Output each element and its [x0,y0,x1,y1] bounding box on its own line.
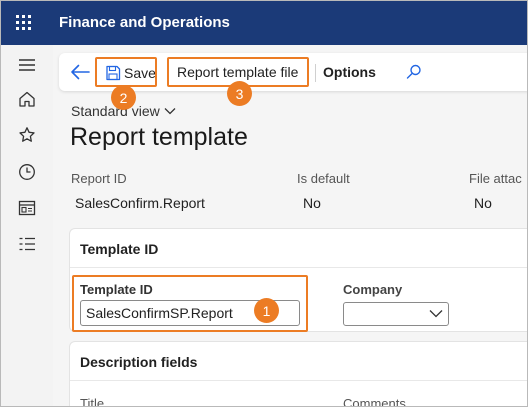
save-button-label: Save [124,65,156,81]
report-id-label: Report ID [71,171,127,186]
is-default-value: No [303,195,321,211]
nav-rail [1,45,53,406]
save-button[interactable]: Save [105,62,156,84]
description-fields-section: Description fields Title Comments [69,341,527,407]
report-template-file-button[interactable]: Report template file [177,64,298,80]
home-icon[interactable] [17,89,37,109]
app-bar: Finance and Operations [1,1,527,45]
chevron-down-icon [429,310,443,318]
list-icon[interactable] [17,234,37,254]
file-attached-value: No [474,195,492,211]
search-icon[interactable] [405,63,423,81]
star-icon[interactable] [17,125,37,145]
app-launcher-icon[interactable] [16,15,31,30]
clock-icon[interactable] [17,162,37,182]
section-divider [70,380,527,381]
template-id-section-heading[interactable]: Template ID [80,241,158,257]
callout-badge-1: 1 [254,298,279,323]
template-id-section: Template ID Template ID SalesConfirmSP.R… [69,228,527,332]
back-arrow-icon[interactable] [69,62,91,82]
action-pane: Save Report template file Options [59,53,527,91]
file-attached-label: File attac [469,171,522,186]
app-window: Finance and Operations Save Report templ… [0,0,528,407]
company-label: Company [343,282,403,297]
toolbar-divider [168,64,169,82]
callout-badge-2: 2 [111,85,136,110]
template-id-label: Template ID [80,282,153,297]
options-tab[interactable]: Options [323,64,376,80]
page-title: Report template [70,123,248,151]
report-id-value: SalesConfirm.Report [75,195,205,211]
section-divider [70,267,527,268]
title-field-label: Title [80,396,105,407]
workspace-icon[interactable] [17,198,37,218]
hamburger-icon[interactable] [17,55,37,75]
chevron-down-icon [164,108,176,115]
save-icon [106,65,121,81]
app-title: Finance and Operations [59,14,230,31]
comments-field-label: Comments [343,396,406,407]
toolbar-divider [315,64,316,82]
description-fields-heading[interactable]: Description fields [80,354,197,370]
callout-badge-3: 3 [227,81,252,106]
is-default-label: Is default [297,171,350,186]
company-select[interactable] [343,302,449,326]
